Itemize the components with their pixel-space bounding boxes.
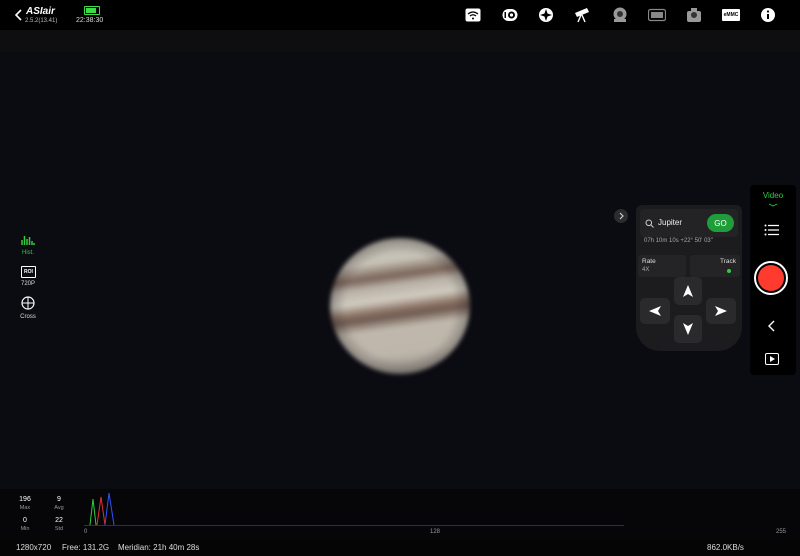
track-toggle[interactable]: Track [690,255,740,277]
hist-avg-value: 9 [57,496,61,503]
collapse-rail-button[interactable] [762,317,782,335]
playback-button[interactable] [762,350,782,368]
app-version: 2.5.2(13.41) [25,18,58,24]
histogram-icon [21,236,35,245]
mode-label: Video [762,191,784,200]
left-toolbar: Hist. ROI 720P Cross [10,228,46,328]
cross-tool[interactable]: Cross [10,296,46,324]
chevron-left-icon [768,320,775,332]
telescope-icon [575,8,589,23]
status-free-space: Free: 131.2G [62,543,110,552]
emmc-button[interactable]: eMMC [721,7,741,23]
guide-button[interactable] [537,7,555,23]
mode-selector[interactable]: Video [750,191,796,211]
move-west-button[interactable] [640,298,670,324]
battery-icon [84,6,100,15]
hist-tool[interactable]: Hist. [10,232,46,260]
chevron-down-icon [768,203,778,207]
hist-max-value: 196 [19,496,31,503]
filter-wheel-icon [648,8,666,22]
roi-tool[interactable]: ROI 720P [10,265,46,293]
search-icon [645,219,654,228]
target-search-box[interactable]: Jupiter GO [640,209,738,237]
info-icon [761,8,775,22]
right-rail: Video [750,185,796,375]
back-button[interactable] [12,8,26,22]
list-icon [764,224,779,236]
mount-button[interactable] [573,7,591,23]
go-button[interactable]: GO [707,214,734,232]
jupiter-image [330,238,470,374]
record-button[interactable] [754,261,788,295]
roi-tool-label: 720P [20,281,35,287]
crosshair-icon [21,296,35,310]
status-bar: 1280x720 Free: 131.2G Meridian: 21h 40m … [0,538,800,556]
hist-std-label: Std [54,526,64,532]
move-north-button[interactable] [674,277,702,305]
target-coordinates: 07h 10m 10s +22° 50' 03" [644,238,713,244]
panel-collapse-button[interactable] [614,209,628,223]
wifi-icon [465,8,481,22]
go-button-label: GO [714,218,727,228]
hist-min-label: Min [20,526,30,532]
camera-button[interactable] [685,7,703,23]
hist-avg-label: Avg [54,505,64,511]
chevron-left-icon [15,9,22,21]
clock-time: 22:38:30 [76,17,104,24]
track-status-dot [727,269,731,273]
rate-selector[interactable]: Rate 4X [638,255,686,277]
chevron-right-icon [619,212,624,220]
hist-tick-128: 128 [430,529,441,535]
play-icon [765,353,779,365]
focuser-icon [613,7,627,22]
roi-icon: ROI [21,266,36,278]
move-east-button[interactable] [706,298,736,324]
camera-icon [687,8,701,22]
target-search-value: Jupiter [658,218,683,227]
track-label: Track [719,258,736,265]
emmc-label: eMMC [723,12,739,18]
hist-max-label: Max [19,505,31,511]
hist-std-value: 22 [55,517,63,524]
arrow-right-icon [715,306,727,316]
cross-tool-label: Cross [20,314,36,320]
hist-min-value: 0 [23,517,27,524]
hdd-icon [502,9,518,21]
emmc-icon: eMMC [722,9,740,21]
arrow-up-icon [683,285,693,297]
histogram-panel: 196 Max 9 Avg 0 Min 22 Std 0 128 255 [0,489,800,538]
hist-tool-label: Hist. [22,250,34,256]
focuser-button[interactable] [611,7,629,23]
wifi-button[interactable] [464,7,482,23]
arrow-down-icon [683,323,693,335]
histogram-plot [84,492,624,526]
roi-glyph: ROI [24,269,33,275]
menu-button[interactable] [762,221,782,239]
app-logo: ASIair [26,6,55,17]
info-button[interactable] [759,7,777,23]
move-south-button[interactable] [674,315,702,343]
compass-icon [539,8,553,22]
status-transfer-speed: 862.0KB/s [707,543,744,552]
arrow-left-icon [649,306,661,316]
hist-tick-0: 0 [84,529,88,535]
status-meridian: Meridian: 21h 40m 28s [118,543,200,552]
top-bar: ASIair 2.5.2(13.41) 22:38:30 eMMC [0,0,800,30]
rate-label: Rate [642,258,656,265]
sub-toolbar [0,30,800,52]
storage-button[interactable] [501,7,519,23]
hist-tick-255: 255 [776,529,787,535]
rate-value: 4X [642,267,650,273]
mount-control-panel: Jupiter GO 07h 10m 10s +22° 50' 03" Rate… [636,205,742,351]
record-indicator [758,265,784,291]
status-resolution: 1280x720 [16,543,52,552]
filter-wheel-button[interactable] [648,7,666,23]
